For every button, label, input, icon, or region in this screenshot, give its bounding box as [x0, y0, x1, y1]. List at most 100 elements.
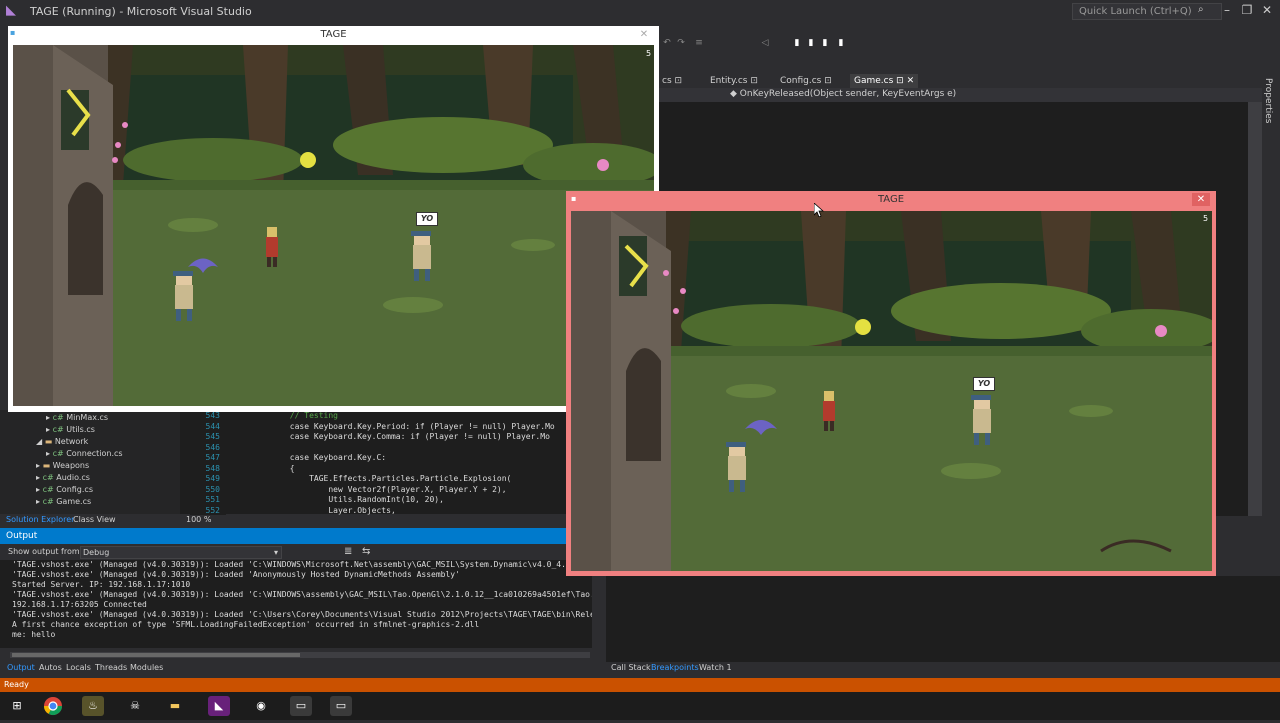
tage-window-2-icon[interactable]: ▭ — [330, 696, 352, 716]
line-number: 551 — [205, 495, 220, 504]
editor-scrollbar[interactable] — [1248, 102, 1262, 516]
mouse-cursor-icon — [813, 202, 825, 218]
method-dropdown[interactable]: ◆ OnKeyReleased(Object sender, KeyEventA… — [730, 89, 956, 99]
tab-locals[interactable]: Locals — [66, 662, 91, 674]
bookmark-icon[interactable]: ▮ — [792, 38, 802, 48]
visual-studio-icon[interactable]: ◣ — [208, 696, 230, 716]
code-line: case Keyboard.Key.C: — [232, 453, 387, 462]
scroll-thumb[interactable] — [12, 653, 300, 657]
game-scene-a-art — [13, 45, 654, 406]
code-line: case Keyboard.Key.Period: if (Player != … — [232, 421, 555, 431]
output-line: 'TAGE.vshost.exe' (Managed (v4.0.30319))… — [12, 570, 460, 579]
code-lines: // Testing case Keyboard.Key.Period: if … — [232, 411, 566, 515]
game-a-fps-counter: 5 — [646, 49, 652, 58]
chrome-icon[interactable] — [42, 696, 64, 716]
tree-folder[interactable]: ▸ ▬ Weapons — [36, 460, 123, 472]
game-scene-b[interactable] — [571, 211, 1212, 571]
close-button[interactable]: ✕ — [1258, 3, 1276, 17]
line-number: 545 — [205, 432, 220, 441]
properties-side-tab[interactable]: Properties — [1263, 78, 1273, 123]
line-number: 543 — [205, 411, 220, 420]
tree-item[interactable]: ▸ c# Utils.cs — [46, 424, 123, 436]
output-line: 'TAGE.vshost.exe' (Managed (v4.0.30319))… — [12, 610, 592, 619]
app-mask-icon[interactable]: ☠ — [124, 696, 146, 716]
clear-all-icon[interactable]: ≣ — [344, 546, 352, 557]
tab-breakpoints[interactable]: Breakpoints — [651, 662, 699, 674]
undo-icon[interactable]: ↶ — [662, 38, 672, 48]
tab-watch[interactable]: Watch 1 — [699, 662, 732, 674]
taskbar — [0, 692, 1280, 720]
output-toolbar: Show output from: Debug ▾ ≣ ⇆ — [0, 544, 596, 560]
game-scene-a[interactable] — [13, 45, 654, 406]
solution-explorer-panel: ▸ c# MinMax.cs ▸ c# Utils.cs ◢ ▬ Network… — [0, 410, 180, 514]
tree-folder[interactable]: ◢ ▬ Network — [36, 436, 123, 448]
speech-bubble-b: YO — [973, 377, 995, 391]
debug-right-panel — [606, 576, 1280, 662]
tab-solution-explorer[interactable]: Solution Explorer — [6, 514, 74, 526]
code-line: // Testing — [232, 411, 338, 420]
output-line: me: hello — [12, 630, 56, 639]
game-window-b-app-icon: ▪ — [571, 194, 577, 203]
bookmark-clear-icon[interactable]: ▮ — [836, 38, 846, 48]
minimize-button[interactable]: – — [1218, 3, 1236, 17]
line-number-gutter: 543 544 545 546 547 548 549 550 551 552 — [190, 411, 226, 515]
code-line: Utils.RandomInt(10, 20), — [232, 495, 444, 504]
step-back-icon[interactable]: ◁ — [760, 38, 770, 48]
show-output-label: Show output from: — [8, 547, 83, 556]
tree-item[interactable]: ▸ c# MinMax.cs — [46, 412, 123, 424]
tab-partial[interactable]: cs ⊡ — [658, 74, 686, 88]
tab-modules[interactable]: Modules — [130, 662, 163, 674]
status-bar: Ready — [0, 678, 1280, 692]
maximize-button[interactable]: ❐ — [1238, 3, 1256, 17]
tab-class-view[interactable]: Class View — [73, 514, 116, 526]
file-explorer-icon[interactable]: ▬ — [164, 696, 186, 716]
tree-item[interactable]: ▸ c# Config.cs — [36, 484, 123, 496]
code-line: new Vector2f(Player.X, Player.Y + 2), — [232, 484, 507, 494]
tab-call-stack[interactable]: Call Stack — [611, 662, 651, 674]
output-line: A first chance exception of type 'SFML.L… — [12, 620, 480, 629]
tab-autos[interactable]: Autos — [39, 662, 62, 674]
line-number: 548 — [205, 463, 220, 473]
right-tool-strip — [1262, 74, 1280, 504]
bookmark-prev-icon[interactable]: ▮ — [820, 38, 830, 48]
line-number: 547 — [205, 453, 220, 462]
word-wrap-icon[interactable]: ⇆ — [362, 546, 370, 557]
output-line: 'TAGE.vshost.exe' (Managed (v4.0.30319))… — [12, 590, 592, 599]
format-icon[interactable]: ≡ — [694, 38, 704, 48]
tab-entity[interactable]: Entity.cs ⊡ — [706, 74, 762, 88]
tab-config[interactable]: Config.cs ⊡ — [776, 74, 836, 88]
redo-icon[interactable]: ↷ — [676, 38, 686, 48]
tree-item[interactable]: ▸ c# Audio.cs — [36, 472, 123, 484]
tree-item[interactable]: ▸ c# Game.cs — [36, 496, 123, 508]
game-window-b-title: TAGE — [877, 194, 905, 205]
output-panel-header: Output — [0, 528, 566, 544]
code-line: { — [232, 463, 295, 473]
window-title: TAGE (Running) - Microsoft Visual Studio — [30, 5, 252, 18]
game-window-b-close-button[interactable]: ✕ — [1192, 193, 1210, 206]
zoom-level[interactable]: 100 % — [186, 514, 211, 526]
output-line: 192.168.1.17:63205 Connected — [12, 600, 147, 609]
game-window-a-app-icon: ▪ — [10, 28, 16, 37]
tab-output[interactable]: Output — [7, 662, 35, 674]
steam-icon[interactable]: ♨ — [82, 696, 104, 716]
tab-game[interactable]: Game.cs ⊡ ✕ — [850, 74, 919, 88]
obs-icon[interactable]: ◉ — [250, 696, 272, 716]
speech-bubble-a: YO — [416, 212, 438, 226]
line-number: 550 — [205, 484, 220, 494]
tage-window-1-icon[interactable]: ▭ — [290, 696, 312, 716]
visual-studio-logo-icon: ◣ — [6, 3, 16, 18]
game-b-fps-counter: 5 — [1203, 214, 1209, 223]
game-window-a-close-button[interactable]: ✕ — [636, 28, 652, 42]
game-window-a-title: TAGE — [320, 29, 347, 40]
bookmark-next-icon[interactable]: ▮ — [806, 38, 816, 48]
windows-start-icon[interactable]: ⊞ — [6, 696, 28, 716]
line-number: 546 — [205, 442, 220, 452]
tab-threads[interactable]: Threads — [95, 662, 127, 674]
code-line: Layer.Objects, — [232, 505, 396, 515]
output-source-select[interactable]: Debug ▾ — [80, 546, 282, 559]
search-icon[interactable]: ⌕ — [1198, 4, 1204, 15]
line-number: 544 — [205, 421, 220, 431]
output-text[interactable]: 'TAGE.vshost.exe' (Managed (v4.0.30319))… — [0, 560, 592, 648]
tree-item[interactable]: ▸ c# Connection.cs — [46, 448, 123, 460]
